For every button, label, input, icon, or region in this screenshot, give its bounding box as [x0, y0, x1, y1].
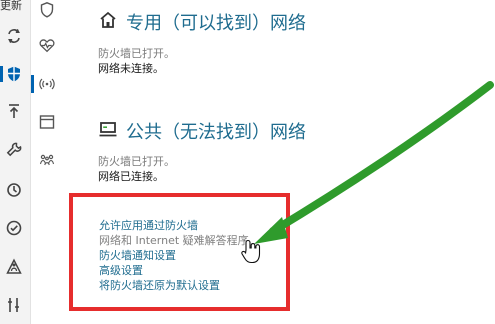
shield-icon[interactable] [0, 64, 24, 84]
rail-top-label: 更新 [0, 0, 22, 12]
heart-pulse-icon[interactable] [37, 35, 57, 55]
wireless-icon[interactable] [31, 74, 57, 94]
connection-status: 网络未连接。 [98, 62, 164, 75]
family-icon[interactable] [37, 150, 57, 170]
private-network-header[interactable]: 专用（可以找到）网络 [98, 10, 306, 34]
person-warning-icon[interactable] [4, 257, 24, 277]
shield-outline-icon[interactable] [37, 0, 57, 20]
check-circle-icon[interactable] [4, 218, 24, 238]
firewall-status: 防火墙已打开。 [98, 47, 175, 60]
sliders-icon[interactable] [4, 295, 24, 315]
laptop-icon [98, 120, 118, 142]
settings-side-rail: 更新 [0, 0, 31, 324]
connection-status: 网络已连接。 [98, 170, 164, 183]
upload-icon[interactable] [4, 101, 24, 121]
public-network-section: 公共（无法找到）网络 防火墙已打开。 网络已连接。 [98, 119, 306, 184]
private-network-section: 专用（可以找到）网络 防火墙已打开。 网络未连接。 [98, 10, 306, 76]
house-icon [98, 11, 118, 33]
network-title: 公共（无法找到）网络 [126, 122, 306, 143]
browser-window-icon[interactable] [37, 112, 57, 132]
firewall-status: 防火墙已打开。 [98, 155, 175, 168]
history-icon[interactable] [4, 180, 24, 200]
allow-app-through-firewall-link[interactable]: 允许应用通过防火墙 [99, 218, 289, 233]
wrench-icon[interactable] [4, 140, 24, 160]
restore-defaults-link[interactable]: 将防火墙还原为默认设置 [99, 278, 289, 293]
security-side-rail [31, 0, 63, 324]
network-title: 专用（可以找到）网络 [126, 13, 306, 34]
public-network-header[interactable]: 公共（无法找到）网络 [98, 119, 306, 143]
hand-cursor-icon [241, 239, 261, 264]
refresh-icon[interactable] [4, 26, 24, 46]
